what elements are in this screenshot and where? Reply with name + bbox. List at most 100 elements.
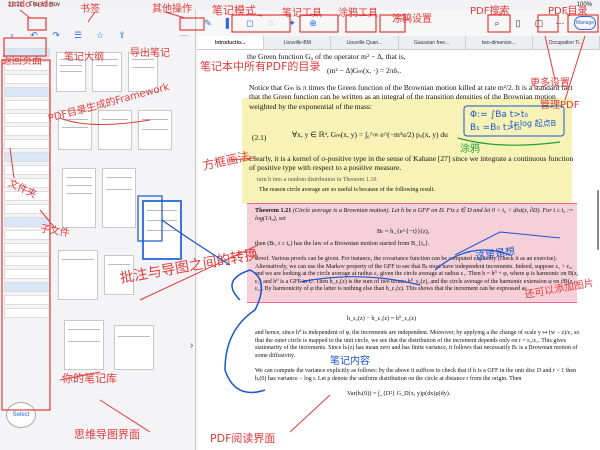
search-icon: ⌕ [494, 17, 500, 28]
doc-eq1: (m² − Δ)Gₘ(x, ·) = 2πδₓ. [327, 66, 402, 75]
library-item[interactable] [4, 74, 50, 84]
export-icon: ⇪ [118, 29, 126, 40]
tab-occupation-time[interactable]: Occupation Ti... [533, 36, 600, 49]
theorem-eq: Bₜ = h_{e^{−t}}(z), [377, 228, 430, 235]
tab-liouville-bm[interactable]: Liouville-BM [264, 36, 332, 49]
page-thumbnail-selected[interactable] [142, 200, 182, 260]
eraser-icon: ◻ [246, 17, 254, 28]
annotation-note-tool: 笔记工具 [282, 8, 322, 19]
doc-eq-label: (2.1) [252, 133, 267, 142]
doc-para2: Notice that Gₘ is π times the Green func… [249, 83, 573, 111]
annotation-bookmark: 书签 [80, 4, 100, 15]
page-thumbnail[interactable] [64, 320, 104, 370]
bookmark-page-button[interactable]: ▯ [511, 16, 525, 30]
library-item[interactable] [4, 308, 50, 318]
annotation-manage-pdf: 管理PDF [540, 100, 580, 111]
annotation-outline: 笔记大纲 [64, 52, 104, 63]
page-thumbnail[interactable] [58, 250, 98, 300]
library-item[interactable] [4, 282, 50, 292]
proof-para3: We can compute the variance explicitly a… [255, 368, 577, 382]
highlighter-button[interactable]: ▌ [222, 16, 236, 30]
annotation-notebook-outline: 笔记本中所有PDF的目录 [200, 60, 321, 73]
tab-two-dimensional[interactable]: two-dimensio... [466, 36, 533, 49]
page-thumbnail[interactable] [114, 325, 154, 370]
tab-gaussian-free[interactable]: Gaussian free... [399, 36, 466, 49]
ink-formula-3: t=log 起点B [510, 119, 557, 128]
more-settings-button[interactable]: ⋯ [553, 16, 567, 30]
library-item[interactable] [4, 139, 50, 149]
library-item[interactable] [4, 269, 50, 279]
redo-button[interactable]: ↷ [48, 28, 64, 42]
annotation-pdf-view: PDF阅读界面 [210, 432, 276, 445]
library-item[interactable] [4, 87, 50, 97]
theorem-body: (Circle average is a Brownian motion). L… [255, 207, 574, 222]
eraser-button[interactable]: ◻ [243, 16, 257, 30]
page-thumbnail[interactable] [98, 110, 132, 150]
pdf-outline-button[interactable]: ▢ [532, 16, 546, 30]
bookmark-page-icon: ▯ [515, 17, 521, 28]
ink-note-2: 笔记内容 [330, 356, 370, 367]
doc-para4: The reason circle average are so useful … [259, 187, 435, 193]
proof-eq: h_ε₂(z) − h_ε₁(z) = h⁰_ε₂(z) [347, 315, 417, 322]
outline-icon: ☰ [73, 29, 83, 40]
highlighter-icon: ▌ [225, 18, 233, 28]
library-item[interactable] [4, 204, 50, 214]
pen-icon: ✎ [204, 17, 212, 28]
more-icon: ⋯ [179, 29, 189, 40]
select-button[interactable]: Select [6, 402, 36, 428]
theorem-heading: Theorem 1.21 [255, 207, 292, 214]
page-thumbnail[interactable] [62, 168, 96, 228]
library-item[interactable] [4, 295, 50, 305]
theorem-end: then (Bₜ, t ≥ t₀) has the law of a Brown… [255, 240, 430, 247]
annotation-export: 导出笔记 [130, 48, 170, 59]
doc-scrollbar[interactable] [597, 190, 599, 250]
doc-para3: Clearly, it is a kernel of σ-positive ty… [249, 154, 574, 173]
library-item[interactable] [4, 256, 50, 266]
annotation-library: 你的笔记库 [62, 372, 117, 385]
proof-para2: and hence, since h⁰ is independent of φ,… [255, 330, 580, 359]
pdf-outline-icon: ▢ [534, 17, 544, 28]
page-thumbnail[interactable] [102, 168, 136, 228]
bookmark-icon: ☆ [95, 29, 105, 40]
lasso-icon: ◌ [268, 18, 274, 28]
add-icon: ⊕ [309, 17, 317, 28]
ellipsis-icon: ⋯ [555, 17, 565, 28]
annotation-other-ops: 其他操作 [152, 4, 192, 15]
undo-icon: ↶ [30, 29, 38, 40]
more-options-button[interactable]: ⋯ [176, 28, 192, 42]
pdf-tabs: Introductio... Liouville-BM Liouville Qu… [197, 36, 600, 50]
pen-tool-button[interactable]: ✎ [201, 16, 215, 30]
left-toolbar: ‹ ↶ ↷ ☰ ☆ ⇪ ⋯ [0, 24, 196, 46]
outline-button[interactable]: ☰ [70, 28, 86, 42]
manage-pdf-button[interactable]: Manage [574, 16, 596, 30]
tab-liouville-quantum[interactable]: Liouville Quan... [331, 36, 399, 49]
tab-introduction[interactable]: Introductio... [197, 36, 265, 49]
redo-icon: ↷ [52, 29, 60, 40]
annotation-pdf-search: PDF搜索 [470, 6, 510, 17]
annotation-lasso-tool: 涂鸦工具 [338, 8, 378, 19]
back-button[interactable]: ‹ [4, 28, 20, 42]
library-item[interactable] [4, 152, 50, 162]
back-icon: ‹ [10, 30, 14, 40]
annotation-back: 返回页面 [2, 56, 42, 67]
library-item[interactable] [4, 126, 50, 136]
lasso-button[interactable]: ◌ [264, 16, 278, 30]
bookmark-button[interactable]: ☆ [92, 28, 108, 42]
undo-button[interactable]: ↶ [26, 28, 42, 42]
library-item[interactable] [4, 165, 50, 175]
annotation-lasso-setting: 涂鸦设置 [392, 14, 432, 25]
search-button[interactable]: ⌕ [490, 16, 504, 30]
annotation-undo-redo: undo redo [8, 0, 54, 10]
ink-lasso-note: 涂鸦 [460, 144, 480, 155]
select-label: Select [12, 412, 30, 418]
annotation-pdf-outline: PDF目录 [548, 6, 588, 17]
annotation-mindmap-view: 思维导图界面 [74, 428, 140, 441]
proof-eq2: Var(hᵣ(0)) = ∫_{D²} G_D(x, y)ρ(dx)ρ(dy). [347, 390, 451, 397]
notes-app: 22:22 Thu 19 Nov 100% ‹ ↶ ↷ ☰ ☆ ⇪ ⋯ Sele… [0, 0, 600, 450]
library-item[interactable] [4, 243, 50, 253]
page-thumbnail[interactable] [138, 110, 172, 150]
export-button[interactable]: ⇪ [114, 28, 130, 42]
doc-para3b: turn h into a random distribution in The… [257, 177, 378, 183]
library-item[interactable] [4, 100, 50, 110]
library-item[interactable] [4, 113, 50, 123]
